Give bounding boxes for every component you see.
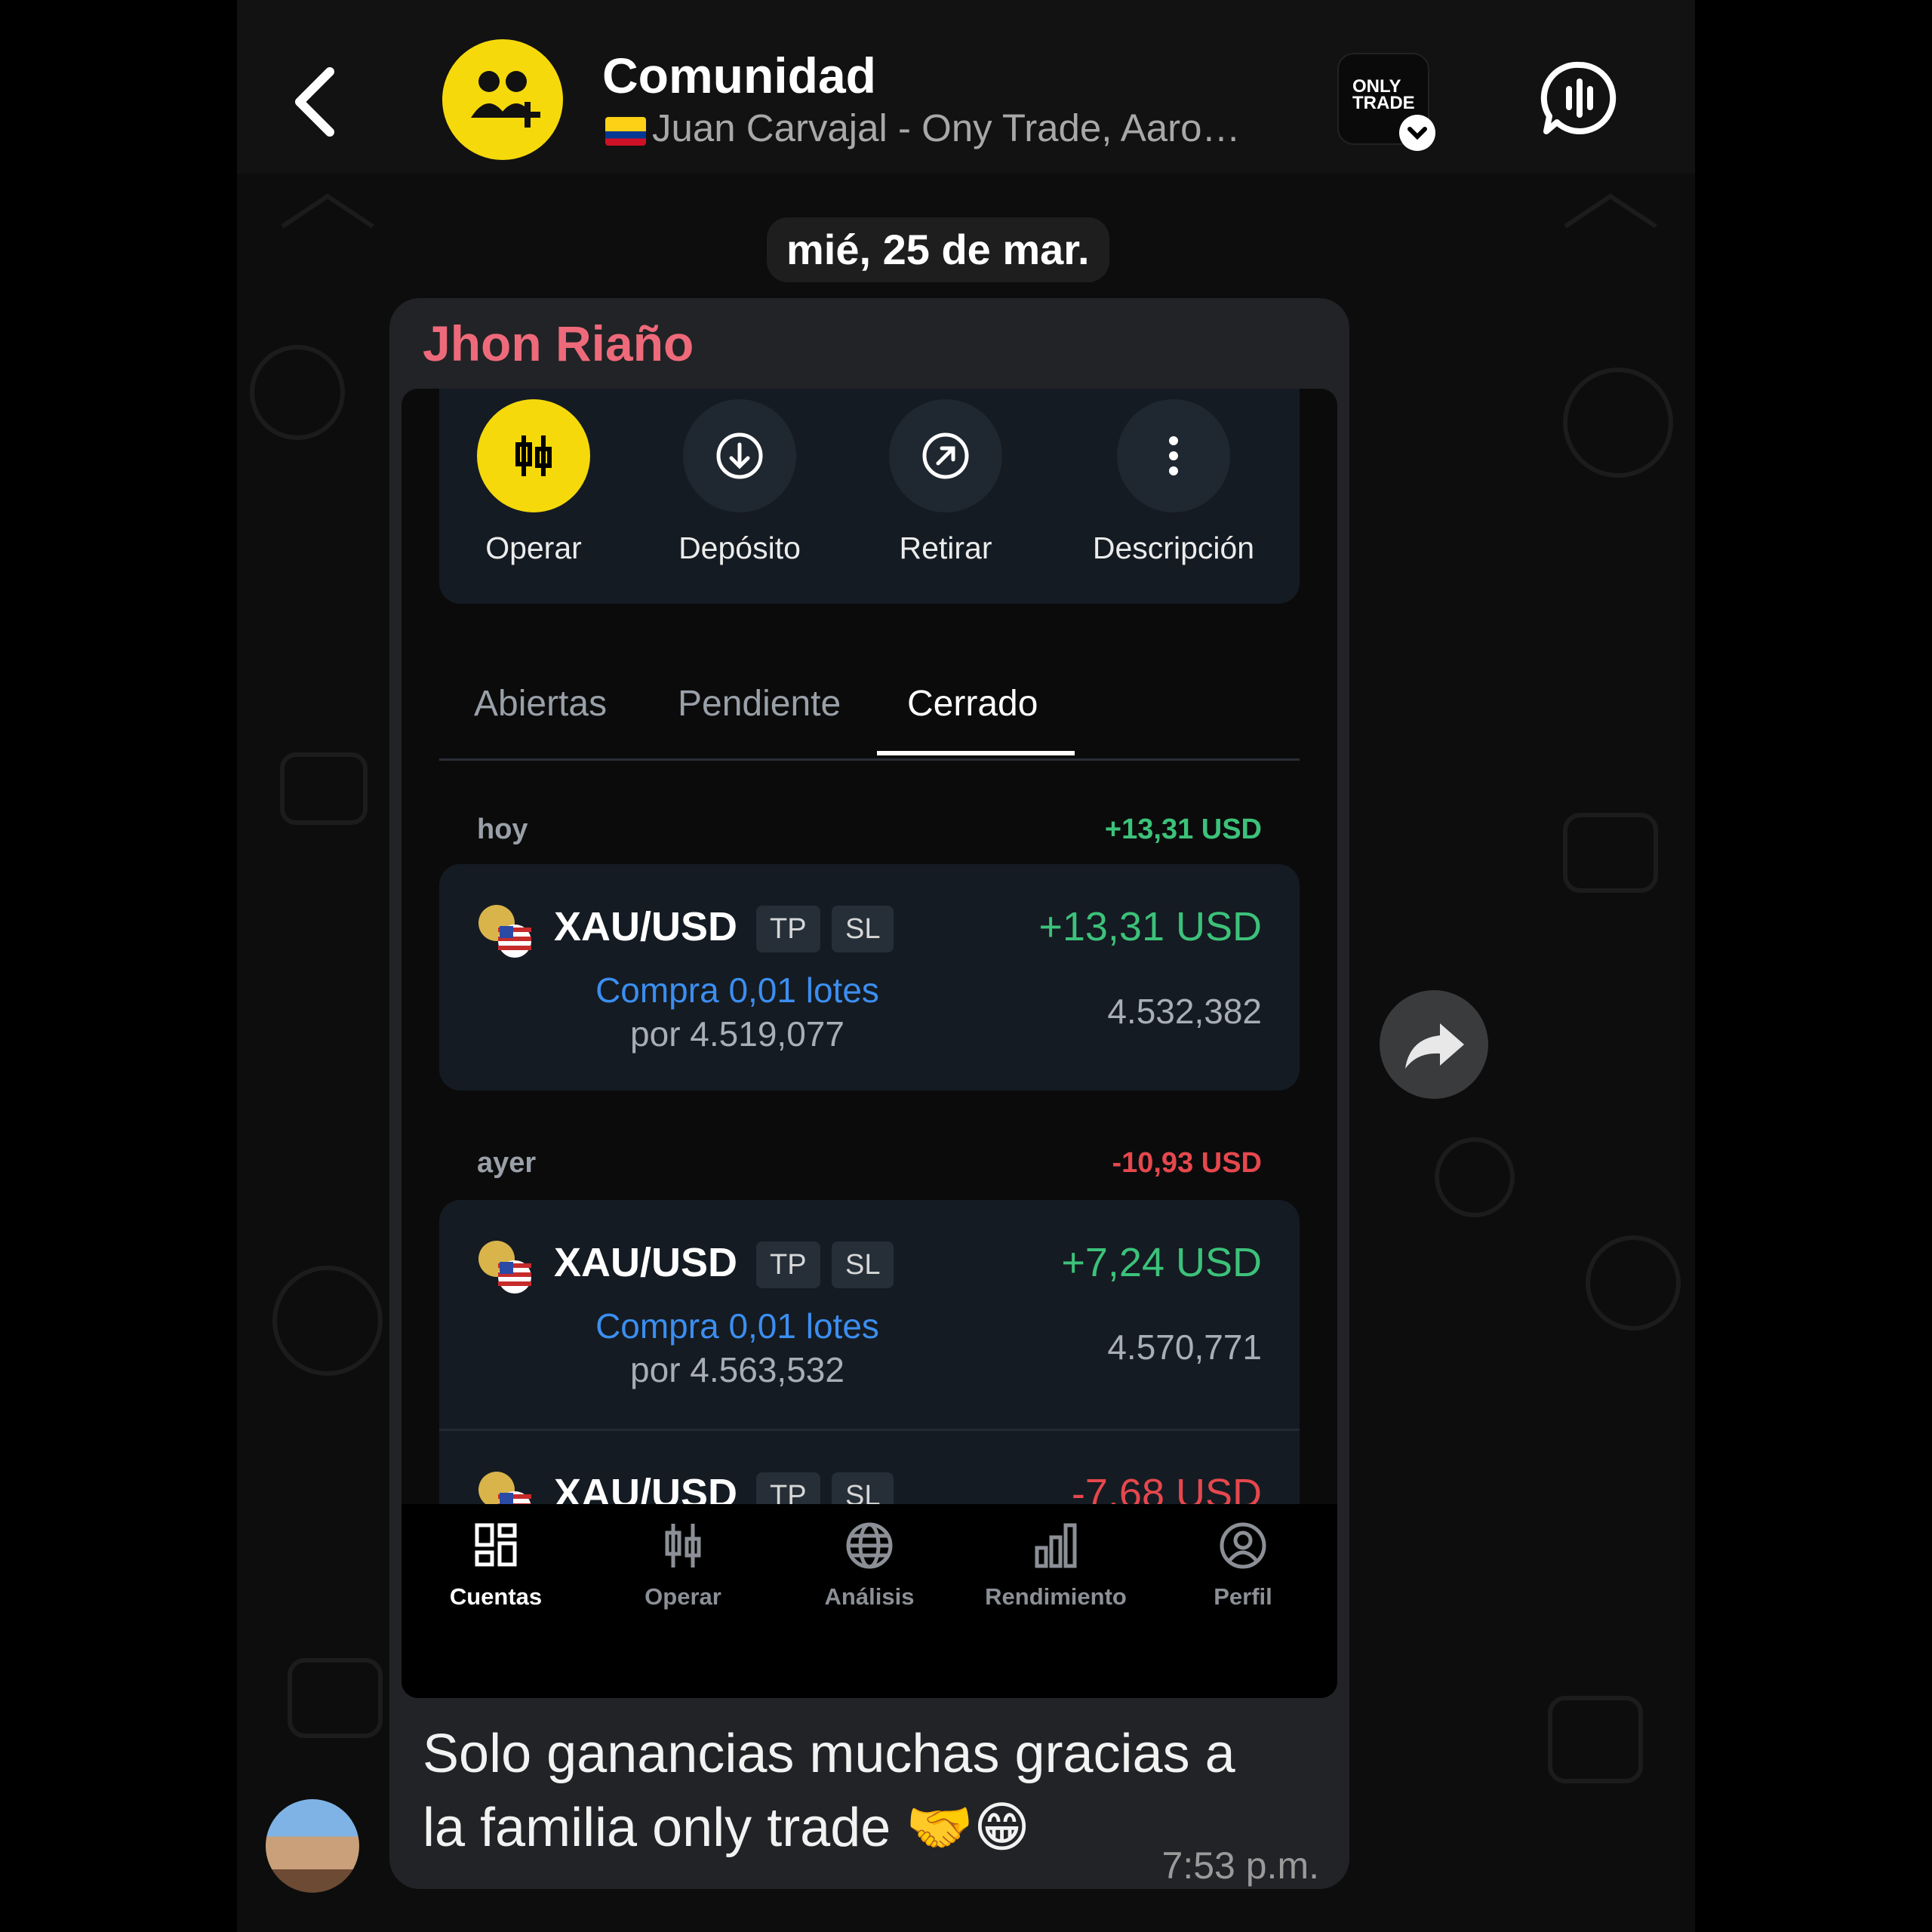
download-icon	[716, 432, 763, 479]
candles-icon	[665, 1524, 701, 1567]
nav-label: Cuentas	[449, 1583, 543, 1610]
message-line: Solo ganancias muchas gracias a	[423, 1724, 1235, 1784]
group-members: Juan Carvajal - Ony Trade, Aaro…	[605, 106, 1241, 150]
action-operar-button[interactable]	[477, 399, 590, 512]
members-text: Juan Carvajal - Ony Trade, Aaro…	[652, 106, 1241, 149]
shared-screenshot[interactable]: Operar Depósito Retirar Descripción Abie…	[401, 389, 1337, 1698]
message-time: 7:53 p.m.	[1161, 1844, 1319, 1887]
trade-symbol: XAU/USD	[554, 904, 738, 949]
nav-label: Rendimiento	[985, 1583, 1127, 1610]
whatsapp-chat-window: Comunidad Juan Carvajal - Ony Trade, Aar…	[237, 0, 1695, 1932]
action-retirar-button[interactable]	[889, 399, 1002, 512]
chat-header: Comunidad Juan Carvajal - Ony Trade, Aar…	[237, 0, 1695, 174]
user-avatar[interactable]	[266, 1799, 359, 1893]
message-bubble[interactable]: Jhon Riaño Operar Depósito Retirar Descr…	[389, 298, 1349, 1889]
section-header-ayer: ayer -10,93 USD	[477, 1147, 1262, 1180]
account-actions: Operar Depósito Retirar Descripción	[439, 389, 1300, 604]
voice-chat-icon[interactable]	[1540, 59, 1619, 137]
message-text: Solo ganancias muchas gracias a la famil…	[423, 1717, 1328, 1865]
only-trade-logo[interactable]: ONLY TRADE	[1337, 53, 1435, 151]
nav-perfil[interactable]: Perfil	[1160, 1519, 1326, 1611]
trade-row[interactable]: XAU/USD TP SL Compra 0,01 lotes por 4.56…	[439, 1200, 1300, 1411]
action-operar[interactable]: Operar	[447, 399, 620, 566]
action-label: Retirar	[899, 531, 992, 565]
colombia-flag-icon	[605, 116, 646, 146]
close-price: 4.532,382	[1107, 992, 1262, 1031]
close-price: 4.570,771	[1107, 1327, 1262, 1367]
action-descripcion-button[interactable]	[1117, 399, 1230, 512]
chevron-down-icon	[1399, 115, 1435, 151]
nav-operar[interactable]: Operar	[600, 1519, 766, 1611]
xau-usd-icon	[478, 905, 531, 958]
action-descripcion[interactable]: Descripción	[1087, 399, 1260, 566]
bottom-nav: Cuentas Operar Análisis Rendimiento Perf…	[401, 1504, 1337, 1698]
action-deposito-button[interactable]	[683, 399, 796, 512]
action-label: Descripción	[1092, 531, 1255, 565]
nav-label: Perfil	[1214, 1583, 1272, 1610]
tab-pendiente[interactable]: Pendiente	[678, 683, 841, 724]
sl-badge: SL	[832, 1241, 894, 1288]
trade-side: Compra 0,01 lotes	[595, 971, 879, 1010]
forward-button[interactable]	[1380, 990, 1488, 1099]
section-total: +13,31 USD	[1104, 814, 1262, 845]
sl-badge: SL	[832, 906, 894, 952]
logo-text: ONLY TRADE	[1352, 76, 1415, 113]
forward-arrow-icon	[1405, 1023, 1464, 1069]
back-arrow-icon[interactable]	[281, 60, 349, 143]
trade-row[interactable]: XAU/USD TP SL Compra 0,01 lotes por 4.51…	[439, 864, 1300, 1075]
section-label: hoy	[477, 814, 528, 845]
nav-label: Análisis	[824, 1583, 915, 1610]
active-tab-indicator	[877, 751, 1075, 755]
open-price: por 4.519,077	[630, 1014, 844, 1054]
nav-cuentas[interactable]: Cuentas	[413, 1519, 579, 1611]
open-price: por 4.563,532	[630, 1350, 844, 1389]
arrow-up-right-icon	[922, 432, 969, 479]
accounts-icon	[475, 1523, 517, 1567]
nav-label: Operar	[645, 1583, 721, 1610]
trade-side: Compra 0,01 lotes	[595, 1306, 879, 1346]
tab-cerrado[interactable]: Cerrado	[907, 683, 1038, 724]
section-total: -10,93 USD	[1112, 1147, 1262, 1179]
trade-symbol: XAU/USD	[554, 1240, 738, 1285]
nav-analisis[interactable]: Análisis	[786, 1519, 952, 1611]
action-retirar[interactable]: Retirar	[859, 399, 1032, 566]
action-deposito[interactable]: Depósito	[653, 399, 826, 566]
action-label: Depósito	[678, 531, 801, 565]
trade-pnl: +7,24 USD	[1061, 1240, 1262, 1285]
sender-name[interactable]: Jhon Riaño	[423, 315, 694, 372]
nav-rendimiento[interactable]: Rendimiento	[973, 1519, 1139, 1611]
group-title[interactable]: Comunidad	[602, 47, 876, 104]
xau-usd-icon	[478, 1241, 531, 1294]
section-label: ayer	[477, 1147, 537, 1179]
community-group-icon	[471, 71, 540, 128]
more-vertical-icon	[1169, 436, 1178, 475]
candles-icon	[515, 435, 552, 476]
date-chip: mié, 25 de mar.	[767, 217, 1109, 282]
section-header-hoy: hoy +13,31 USD	[477, 814, 1262, 846]
tp-badge: TP	[756, 1241, 820, 1288]
community-avatar[interactable]	[442, 39, 563, 160]
profile-icon	[1220, 1522, 1266, 1569]
orders-tabs: Abiertas Pendiente Cerrado	[439, 653, 1300, 761]
action-label: Operar	[485, 531, 582, 565]
tab-abiertas[interactable]: Abiertas	[474, 683, 607, 724]
bar-chart-icon	[1035, 1523, 1077, 1568]
tp-badge: TP	[756, 906, 820, 952]
trade-card[interactable]: XAU/USD TP SL Compra 0,01 lotes por 4.51…	[439, 864, 1300, 1091]
globe-icon	[846, 1522, 893, 1569]
trade-pnl: +13,31 USD	[1038, 904, 1262, 949]
